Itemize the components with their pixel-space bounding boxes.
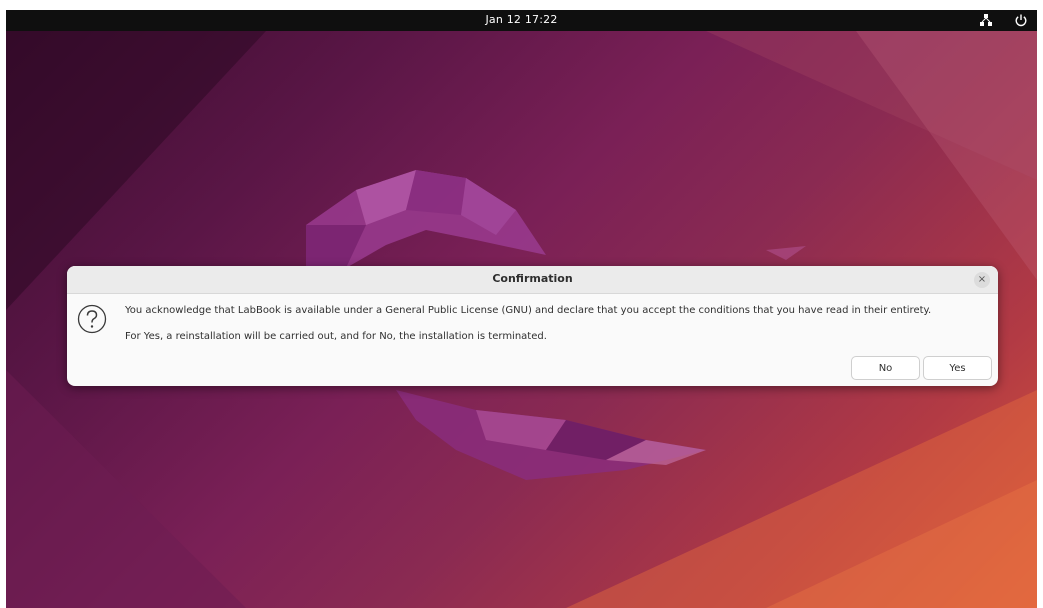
- network-icon[interactable]: [979, 13, 993, 27]
- dialog-title: Confirmation: [492, 272, 573, 285]
- power-icon[interactable]: [1014, 13, 1028, 27]
- yes-button[interactable]: Yes: [923, 356, 992, 380]
- close-button[interactable]: ×: [974, 272, 990, 288]
- clock[interactable]: Jan 12 17:22: [6, 13, 1037, 26]
- no-button[interactable]: No: [851, 356, 920, 380]
- desktop: Jan 12 17:22 Confirmation × You acknowle…: [6, 10, 1037, 608]
- top-bar: Jan 12 17:22: [6, 10, 1037, 31]
- dialog-message-line1: You acknowledge that LabBook is availabl…: [125, 305, 932, 316]
- question-icon: [77, 304, 107, 334]
- confirmation-dialog: Confirmation × You acknowledge that LabB…: [67, 266, 998, 386]
- dialog-message-line2: For Yes, a reinstallation will be carrie…: [125, 331, 547, 342]
- dialog-titlebar[interactable]: Confirmation ×: [67, 266, 998, 294]
